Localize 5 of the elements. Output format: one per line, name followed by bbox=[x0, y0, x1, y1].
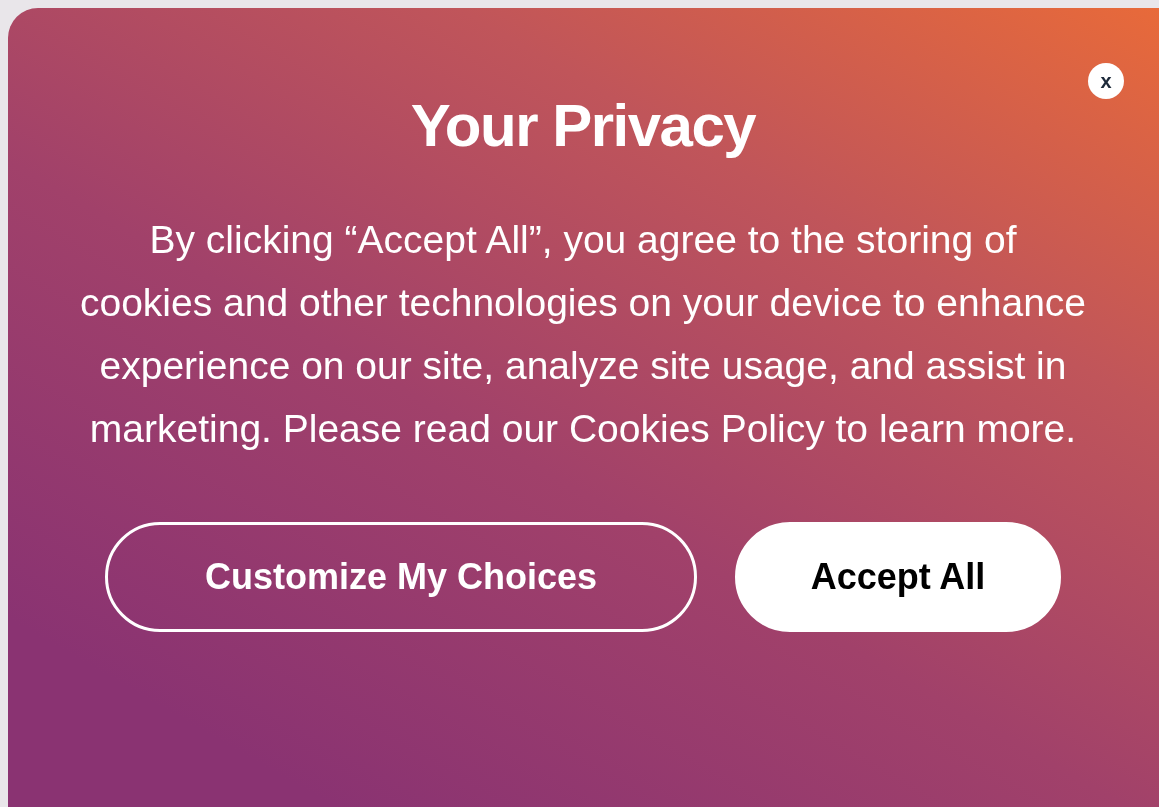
dialog-title: Your Privacy bbox=[410, 96, 756, 156]
customize-button[interactable]: Customize My Choices bbox=[105, 522, 697, 632]
close-button[interactable]: x bbox=[1088, 63, 1124, 99]
dialog-message: By clicking “Accept All”, you agree to the storing of cookies and other technologies on your device to enhance experience on our site, analyze site usage, and assist in marketing. Please read our Cookies Policy to learn more. bbox=[79, 217, 1087, 452]
accept-button[interactable]: Accept All bbox=[735, 522, 1061, 632]
